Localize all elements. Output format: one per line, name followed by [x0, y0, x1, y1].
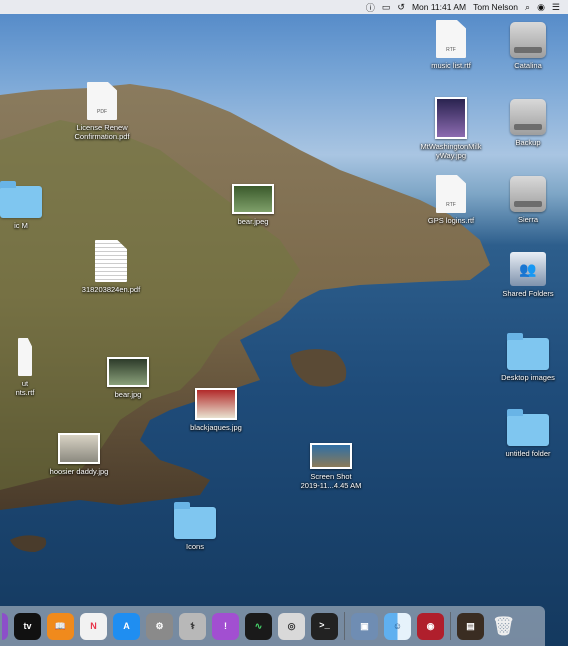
pdf-document-icon: PDF: [87, 82, 117, 120]
display-icon[interactable]: ▭: [382, 2, 391, 13]
news-icon[interactable]: N: [80, 612, 107, 640]
file-bear-jpg[interactable]: bear.jpg: [83, 357, 173, 399]
hard-drive-icon: [510, 99, 546, 135]
launchpad-partial-icon[interactable]: [2, 612, 8, 640]
hard-drive-icon: [510, 22, 546, 58]
menu-bar: ⓘ ▭ ↺ Mon 11:41 AM Tom Nelson ⌕ ◉ ☰: [0, 0, 568, 14]
file-ut-rtf[interactable]: ut nts.rtf: [0, 338, 50, 397]
dock: tv 📖 N A ⚙ ⚕ ! ∿ ◎ >_ ▣ ☺ ◉ ▤ 🗑: [0, 606, 545, 646]
drive-sierra[interactable]: Sierra: [483, 176, 568, 224]
dock-separator: [344, 612, 345, 640]
preview-icon[interactable]: ▣: [351, 612, 378, 640]
hard-drive-icon: [510, 176, 546, 212]
file-blackjaques-jpg[interactable]: blackjaques.jpg: [171, 388, 261, 432]
dock-separator: [450, 612, 451, 640]
shared-network-icon: 👥: [510, 252, 546, 286]
folder-icon: [0, 181, 42, 218]
clock[interactable]: Mon 11:41 AM: [412, 2, 466, 12]
image-thumbnail-icon: [107, 357, 149, 387]
system-preferences-icon[interactable]: ⚙: [146, 612, 173, 640]
user-name[interactable]: Tom Nelson: [473, 2, 518, 12]
photobooth-icon[interactable]: ◉: [417, 612, 444, 640]
photo-slideshow-icon[interactable]: ▤: [457, 612, 484, 640]
image-thumbnail-icon: [310, 443, 352, 469]
drive-catalina[interactable]: Catalina: [483, 22, 568, 70]
rtf-document-icon: RTF: [436, 20, 466, 58]
image-thumbnail-icon: [232, 184, 274, 214]
rtf-document-icon: RTF: [436, 175, 466, 213]
folder-icon: [507, 333, 549, 370]
feedback-icon[interactable]: !: [212, 612, 239, 640]
time-machine-icon[interactable]: ↺: [397, 2, 405, 13]
rtf-document-icon: [18, 338, 32, 376]
books-icon[interactable]: 📖: [47, 612, 74, 640]
file-318203824en-pdf[interactable]: 318203824en.pdf: [66, 240, 156, 294]
apple-tv-icon[interactable]: tv: [14, 612, 41, 640]
folder-icon: [507, 409, 549, 446]
siri-icon[interactable]: ⓘ: [366, 1, 375, 14]
activity-monitor-icon[interactable]: ∿: [245, 612, 272, 640]
folder-desktop-images[interactable]: Desktop images: [483, 333, 568, 382]
image-thumbnail-icon: [435, 97, 467, 139]
file-hoosier-daddy-jpg[interactable]: hoosier daddy.jpg: [34, 433, 124, 476]
drive-backup[interactable]: Backup: [483, 99, 568, 147]
disk-utility-icon[interactable]: ⚕: [179, 612, 206, 640]
folder-icon: [174, 502, 216, 539]
file-license-pdf[interactable]: PDF License Renew Confirmation.pdf: [57, 82, 147, 141]
image-thumbnail-icon: [195, 388, 237, 420]
app-store-icon[interactable]: A: [113, 612, 140, 640]
desktop: ⓘ ▭ ↺ Mon 11:41 AM Tom Nelson ⌕ ◉ ☰ PDF …: [0, 0, 568, 646]
search-icon[interactable]: ⌕: [525, 2, 530, 13]
trash-icon[interactable]: 🗑: [490, 613, 517, 640]
file-screen-shot[interactable]: Screen Shot 2019-11...4.45 AM: [286, 443, 376, 490]
folder-untitled[interactable]: untitled folder: [483, 409, 568, 458]
image-thumbnail-icon: [58, 433, 100, 464]
shared-folders[interactable]: 👥 Shared Folders: [483, 252, 568, 298]
folder-music-m[interactable]: ic M: [0, 181, 45, 230]
finder-icon[interactable]: ☺: [384, 612, 411, 640]
control-center-icon[interactable]: ◉: [537, 2, 545, 13]
screenshot-icon[interactable]: ◎: [278, 612, 305, 640]
folder-icons[interactable]: Icons: [150, 502, 240, 551]
file-bear-jpeg[interactable]: bear.jpeg: [208, 184, 298, 226]
notification-list-icon[interactable]: ☰: [552, 2, 560, 13]
terminal-icon[interactable]: >_: [311, 612, 338, 640]
pdf-document-icon: [95, 240, 127, 282]
